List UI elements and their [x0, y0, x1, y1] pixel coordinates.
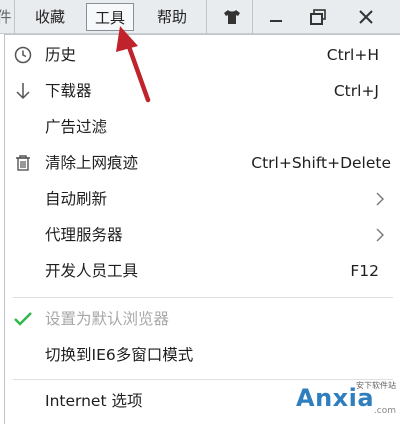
menu-item-shortcut: Ctrl+J [333, 82, 379, 100]
menu-item-downloads[interactable]: 下载器 Ctrl+J [5, 73, 399, 109]
menu-tools[interactable]: 工具 [86, 3, 134, 31]
menu-item-label: 代理服务器 [45, 226, 123, 244]
clock-icon [13, 45, 33, 65]
restore-button[interactable] [298, 0, 338, 34]
menu-item-label: 设置为默认浏览器 [45, 310, 170, 328]
menu-item-label: 切换到IE6多窗口模式 [45, 346, 194, 364]
menubar-divider [14, 0, 15, 34]
watermark-domain: .com [373, 406, 396, 416]
shirt-icon [224, 10, 240, 24]
checkmark-icon [13, 309, 33, 329]
menu-item-label: 历史 [45, 46, 77, 64]
menu-item-set-default-browser[interactable]: 设置为默认浏览器 [5, 301, 399, 337]
menu-item-ad-filter[interactable]: 广告过滤 [5, 109, 399, 145]
skin-button[interactable] [212, 0, 252, 34]
menu-item-developer-tools[interactable]: 开发人员工具 F12 [5, 253, 399, 289]
download-arrow-icon [13, 81, 33, 101]
menu-item-label: Internet 选项 [45, 392, 143, 410]
chevron-right-icon [376, 228, 384, 242]
close-button[interactable] [346, 0, 386, 34]
menu-item-label: 清除上网痕迹 [45, 154, 139, 172]
menu-file-partial[interactable]: 件 [0, 0, 14, 34]
close-icon [359, 10, 373, 24]
menubar-divider [206, 0, 207, 34]
minimize-button[interactable] [256, 0, 296, 34]
menu-item-shortcut: Ctrl+Shift+Delete [251, 154, 391, 172]
restore-icon [310, 9, 326, 25]
menu-item-auto-refresh[interactable]: 自动刷新 [5, 181, 399, 217]
menu-item-shortcut: Ctrl+H [326, 46, 379, 64]
menu-item-clear-traces[interactable]: 清除上网痕迹 Ctrl+Shift+Delete [5, 145, 399, 181]
menu-item-ie6-mode[interactable]: 切换到IE6多窗口模式 [5, 337, 399, 373]
menu-item-label: 广告过滤 [45, 118, 108, 136]
tools-dropdown-menu: 历史 Ctrl+H 下载器 Ctrl+J 广告过滤 清除上网痕迹 Ctrl+Sh… [4, 34, 400, 424]
menu-item-shortcut: F12 [350, 262, 379, 280]
menu-item-label: 自动刷新 [45, 190, 108, 208]
trash-icon [13, 153, 33, 173]
menu-favorites[interactable]: 收藏 [28, 0, 72, 34]
minimize-icon [270, 20, 282, 22]
menu-item-label: 开发人员工具 [45, 262, 139, 280]
chevron-right-icon [376, 192, 384, 206]
anxia-watermark-logo: Anxia 安下软件站 .com [296, 378, 400, 420]
menu-item-label: 下载器 [45, 82, 92, 100]
menubar-divider [252, 0, 253, 34]
menu-divider [13, 297, 393, 298]
menu-item-history[interactable]: 历史 Ctrl+H [5, 37, 399, 73]
menu-help[interactable]: 帮助 [150, 0, 194, 34]
menu-bar: 件 收藏 工具 帮助 [0, 0, 400, 34]
menu-item-proxy-server[interactable]: 代理服务器 [5, 217, 399, 253]
watermark-tagline: 安下软件站 [356, 381, 396, 390]
